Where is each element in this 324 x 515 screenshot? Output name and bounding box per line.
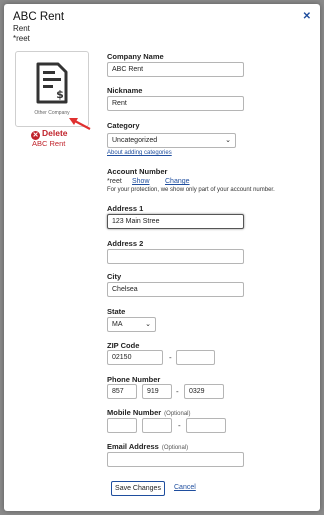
modal-subtitle: Rent bbox=[13, 24, 30, 33]
zip-input[interactable]: 02150 bbox=[107, 350, 163, 365]
city-input[interactable]: Chelsea bbox=[107, 282, 244, 297]
category-value: Uncategorized bbox=[112, 137, 158, 144]
nickname-input[interactable]: Rent bbox=[107, 96, 244, 111]
address1-label: Address 1 bbox=[107, 204, 144, 213]
chevron-down-icon: ⌄ bbox=[145, 321, 151, 328]
address2-input[interactable] bbox=[107, 249, 244, 264]
email-input[interactable] bbox=[107, 452, 244, 467]
phone-dash: - bbox=[176, 387, 179, 396]
address1-input[interactable]: 123 Main Stree bbox=[107, 214, 244, 229]
about-categories-link[interactable]: About adding categories bbox=[107, 150, 172, 156]
delete-payee-name: ABC Rent bbox=[32, 139, 66, 148]
zip-dash: - bbox=[169, 353, 172, 362]
account-number-value: *reet bbox=[107, 178, 122, 185]
account-note: For your protection, we show only part o… bbox=[107, 187, 275, 193]
address2-label: Address 2 bbox=[107, 239, 144, 248]
state-select[interactable]: MA ⌄ bbox=[107, 317, 156, 332]
show-account-link[interactable]: Show bbox=[132, 178, 150, 185]
state-label: State bbox=[107, 307, 126, 316]
payee-logo: $ Other Company bbox=[15, 51, 89, 127]
phone-line-input[interactable]: 0329 bbox=[184, 384, 224, 399]
modal-account-suffix: *reet bbox=[13, 34, 30, 43]
mobile-prefix-input[interactable] bbox=[142, 418, 172, 433]
company-name-input[interactable]: ABC Rent bbox=[107, 62, 244, 77]
phone-label: Phone Number bbox=[107, 375, 161, 384]
chevron-down-icon: ⌄ bbox=[225, 137, 231, 144]
city-label: City bbox=[107, 272, 122, 281]
category-select[interactable]: Uncategorized ⌄ bbox=[107, 133, 236, 148]
nickname-label: Nickname bbox=[107, 86, 143, 95]
red-arrow-icon bbox=[69, 118, 91, 130]
mobile-dash: - bbox=[178, 421, 181, 430]
email-label-text: Email Address bbox=[107, 442, 159, 451]
invoice-dollar-icon: $ bbox=[36, 62, 68, 104]
category-label: Category bbox=[107, 121, 140, 130]
mobile-line-input[interactable] bbox=[186, 418, 226, 433]
state-value: MA bbox=[112, 321, 123, 328]
close-icon[interactable]: ✕ bbox=[303, 11, 311, 22]
company-name-label: Company Name bbox=[107, 52, 164, 61]
zip-ext-input[interactable] bbox=[176, 350, 215, 365]
account-number-label: Account Number bbox=[107, 167, 168, 176]
delete-label: Delete bbox=[42, 128, 68, 138]
mobile-area-input[interactable] bbox=[107, 418, 137, 433]
phone-prefix-input[interactable]: 919 bbox=[142, 384, 172, 399]
svg-text:$: $ bbox=[56, 88, 64, 101]
mobile-optional: (Optional) bbox=[164, 411, 191, 417]
mobile-label-text: Mobile Number bbox=[107, 408, 162, 417]
edit-payee-modal: ABC Rent Rent *reet ✕ $ Other Company ✕ D… bbox=[4, 4, 320, 511]
email-label: Email Address (Optional) bbox=[107, 442, 188, 451]
save-changes-button[interactable]: Save Changes bbox=[111, 481, 165, 496]
email-optional: (Optional) bbox=[161, 445, 189, 451]
zip-label: ZIP Code bbox=[107, 341, 140, 350]
change-account-link[interactable]: Change bbox=[165, 178, 190, 185]
phone-area-input[interactable]: 857 bbox=[107, 384, 137, 399]
modal-title: ABC Rent bbox=[13, 11, 65, 23]
logo-caption: Other Company bbox=[34, 110, 70, 116]
mobile-label: Mobile Number (Optional) bbox=[107, 408, 191, 417]
cancel-link[interactable]: Cancel bbox=[174, 484, 196, 491]
